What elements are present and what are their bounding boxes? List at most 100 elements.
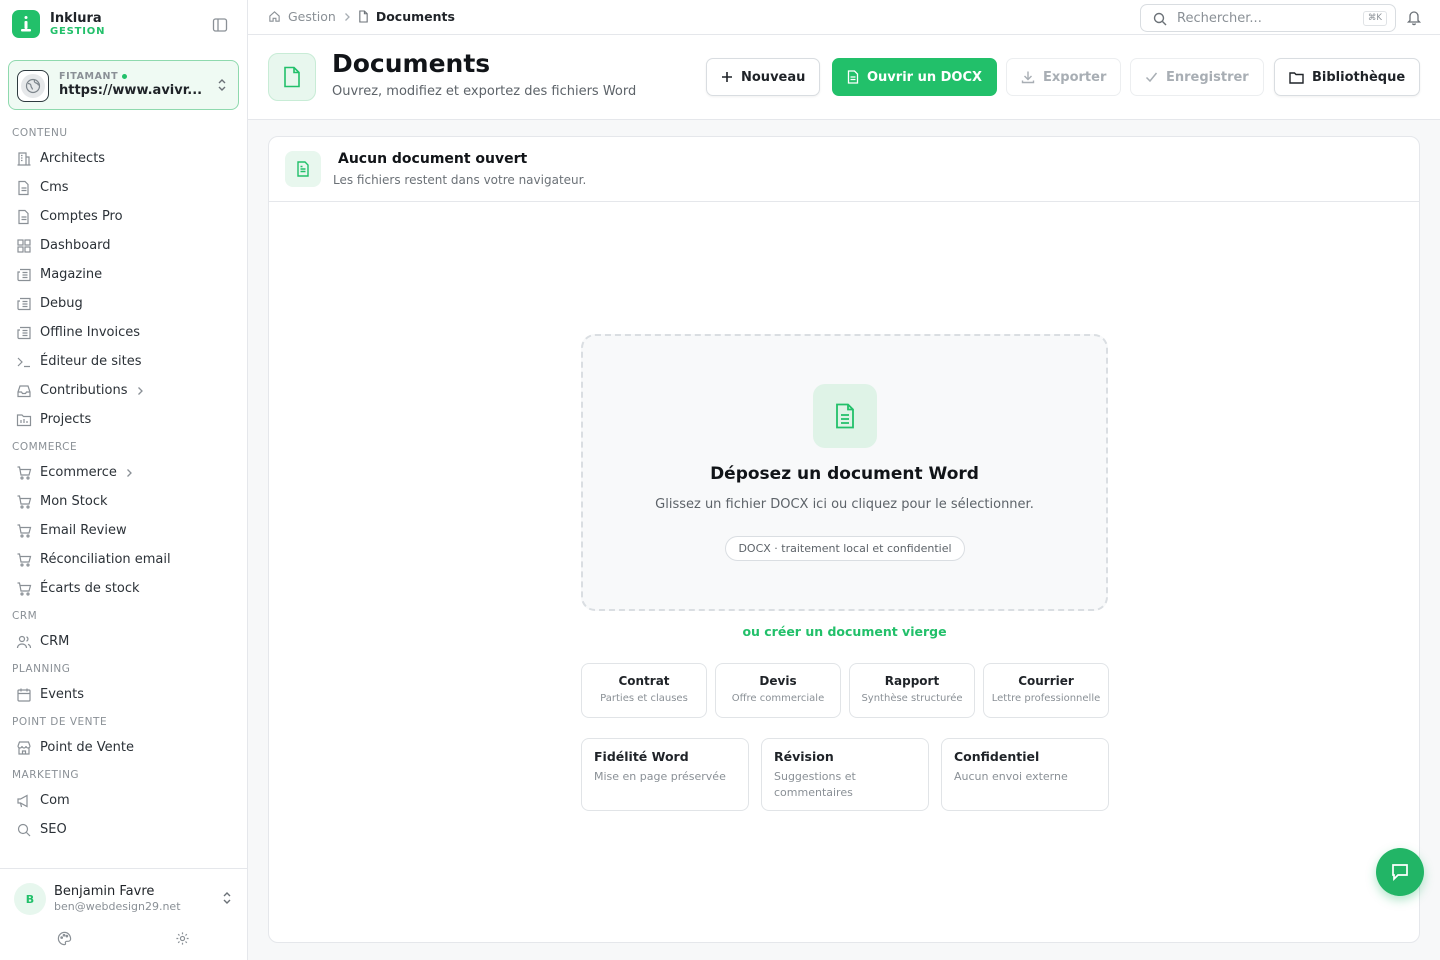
chevrons-updown-icon — [216, 78, 228, 92]
sidebar-item-dashboard[interactable]: Dashboard — [0, 231, 247, 260]
newspaper-icon — [16, 296, 32, 312]
dropzone-title: Déposez un document Word — [710, 464, 979, 484]
plus-icon — [722, 72, 732, 82]
document-panel: Aucun document ouvert Les fichiers reste… — [268, 136, 1420, 943]
search-placeholder: Rechercher... — [1177, 11, 1262, 26]
home-icon[interactable] — [268, 10, 281, 23]
file-text-icon — [847, 70, 859, 84]
terminal-icon — [16, 354, 32, 370]
sidebar-item-architects[interactable]: Architects — [0, 144, 247, 173]
sidebar: Inklura GESTION FITAMANT https://www.avi… — [0, 0, 248, 960]
sidebar-item-label: Events — [40, 687, 85, 702]
sidebar-item-magazine[interactable]: Magazine — [0, 260, 247, 289]
template-devis[interactable]: Devis Offre commerciale — [715, 663, 841, 718]
sidebar-item-label: Écarts de stock — [40, 581, 140, 596]
template-subtitle: Offre commerciale — [731, 693, 825, 704]
dropzone-badge: DOCX · traitement local et confidentiel — [725, 536, 965, 561]
calendar-icon — [16, 687, 32, 703]
sidebar-item-editeur-de-sites[interactable]: Éditeur de sites — [0, 347, 247, 376]
sidebar-item-debug[interactable]: Debug — [0, 289, 247, 318]
template-subtitle: Parties et clauses — [600, 693, 688, 704]
sidebar-item-contributions[interactable]: Contributions — [0, 376, 247, 405]
sidebar-item-events[interactable]: Events — [0, 680, 247, 709]
template-contrat[interactable]: Contrat Parties et clauses — [581, 663, 707, 718]
palette-icon[interactable] — [57, 931, 73, 947]
save-button[interactable]: Enregistrer — [1130, 58, 1264, 96]
folder-icon — [1289, 71, 1304, 84]
sidebar-item-ecommerce[interactable]: Ecommerce — [0, 458, 247, 487]
chat-icon — [1392, 864, 1408, 882]
topbar: Gestion Documents Rechercher... ⌘K — [248, 0, 1440, 35]
sidebar-item-crm[interactable]: CRM — [0, 627, 247, 656]
new-button[interactable]: Nouveau — [706, 58, 821, 96]
brand-name: Inklura — [50, 11, 102, 26]
bell-icon[interactable] — [1406, 9, 1422, 26]
dropzone-subtitle: Glissez un fichier DOCX ici ou cliquez p… — [655, 497, 1034, 512]
site-switcher[interactable]: FITAMANT https://www.avivr... — [8, 60, 239, 110]
sidebar-item-label: Debug — [40, 296, 83, 311]
export-button[interactable]: Exporter — [1006, 58, 1122, 96]
save-label: Enregistrer — [1166, 69, 1249, 85]
sidebar-item-seo[interactable]: SEO — [0, 815, 247, 844]
template-title: Contrat — [618, 674, 670, 688]
sidebar-item-projects[interactable]: Projects — [0, 405, 247, 434]
sidebar-item-label: Éditeur de sites — [40, 354, 142, 369]
docx-dropzone[interactable]: Déposez un document Word Glissez un fich… — [581, 334, 1108, 611]
feature-subtitle: Suggestions et commentaires — [774, 770, 856, 799]
feature-title: Révision — [774, 749, 834, 764]
brand: Inklura GESTION — [12, 10, 236, 42]
open-docx-button[interactable]: Ouvrir un DOCX — [832, 58, 998, 96]
file-text-icon — [285, 151, 321, 187]
sidebar-item-mon-stock[interactable]: Mon Stock — [0, 487, 247, 516]
create-blank-link[interactable]: ou créer un document vierge — [581, 624, 1108, 639]
site-label: FITAMANT — [59, 71, 128, 82]
sidebar-item-offline-invoices[interactable]: Offline Invoices — [0, 318, 247, 347]
nav-section-title: CRM — [12, 610, 38, 622]
template-title: Rapport — [884, 674, 940, 688]
sidebar-item-label: CRM — [40, 634, 70, 649]
sidebar-toggle-icon[interactable] — [212, 17, 230, 35]
search-icon — [16, 822, 32, 838]
breadcrumb-gestion[interactable]: Gestion — [288, 9, 336, 24]
cart-icon — [16, 523, 32, 539]
sidebar-item-comptes-pro[interactable]: Comptes Pro — [0, 202, 247, 231]
sidebar-item-reconciliation-email[interactable]: Réconciliation email — [0, 545, 247, 574]
status-dot — [122, 74, 128, 79]
chevron-right-icon[interactable] — [136, 386, 144, 396]
gear-icon[interactable] — [175, 931, 191, 947]
search-input[interactable]: Rechercher... ⌘K — [1140, 4, 1396, 32]
template-rapport[interactable]: Rapport Synthèse structurée — [849, 663, 975, 718]
sidebar-item-label: Contributions — [40, 383, 128, 398]
document-status-subtitle: Les fichiers restent dans votre navigate… — [333, 173, 587, 187]
sidebar-item-label: Point de Vente — [40, 740, 135, 755]
chevron-right-icon — [343, 12, 351, 22]
nav-section-title: PLANNING — [12, 663, 71, 675]
site-avatar — [17, 70, 49, 102]
chevron-right-icon[interactable] — [125, 468, 133, 478]
site-url: https://www.avivr... — [59, 83, 203, 98]
megaphone-icon — [16, 793, 32, 809]
sidebar-item-label: Email Review — [40, 523, 127, 538]
template-courrier[interactable]: Courrier Lettre professionnelle — [983, 663, 1109, 718]
feature-title: Confidentiel — [954, 749, 1040, 764]
template-subtitle: Lettre professionnelle — [991, 693, 1101, 704]
chat-button[interactable] — [1376, 848, 1424, 896]
sidebar-item-ecarts-de-stock[interactable]: Écarts de stock — [0, 574, 247, 603]
sidebar-item-label: Cms — [40, 180, 69, 195]
template-subtitle: Synthèse structurée — [861, 693, 963, 704]
feature-subtitle: Mise en page préservée — [594, 770, 726, 783]
sidebar-item-cms[interactable]: Cms — [0, 173, 247, 202]
sidebar-item-point-de-vente[interactable]: Point de Vente — [0, 733, 247, 762]
library-label: Bibliothèque — [1312, 69, 1406, 85]
feature-subtitle: Aucun envoi externe — [954, 770, 1068, 783]
nav-section-title: COMMERCE — [12, 441, 78, 453]
page-title: Documents — [332, 49, 491, 78]
store-icon — [16, 740, 32, 756]
sidebar-item-email-review[interactable]: Email Review — [0, 516, 247, 545]
template-title: Courrier — [1018, 674, 1074, 688]
user-menu[interactable]: B Benjamin Favre ben@webdesign29.net — [0, 868, 247, 960]
library-button[interactable]: Bibliothèque — [1274, 58, 1421, 96]
sidebar-item-com[interactable]: Com — [0, 786, 247, 815]
breadcrumb-documents: Documents — [375, 9, 455, 24]
sidebar-nav: CONTENU Architects Cms Comptes Pro Dashboard… — [0, 120, 247, 868]
